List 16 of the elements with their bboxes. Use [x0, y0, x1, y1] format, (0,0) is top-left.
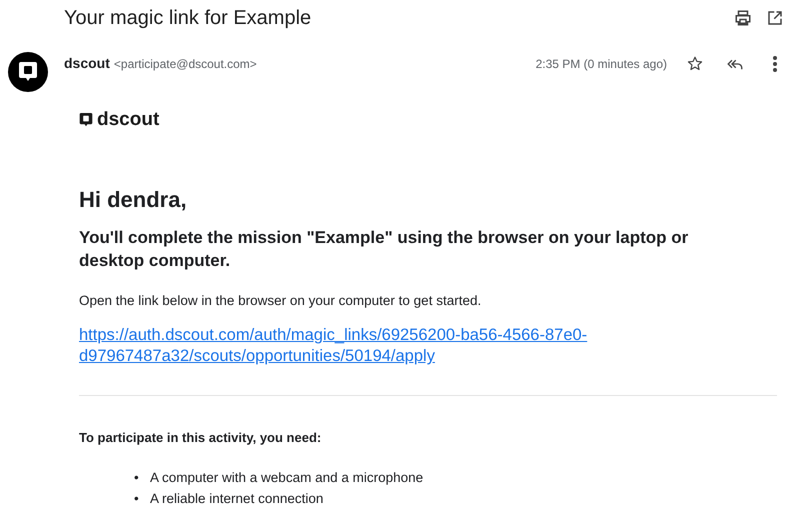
bullet: •: [134, 468, 140, 487]
sender-name: dscout: [64, 54, 110, 73]
requirement-item: A reliable internet connection: [150, 490, 324, 508]
instruction-text: Open the link below in the browser on your computer to get started.: [79, 292, 482, 310]
sender-email: <participate@dscout.com>: [114, 56, 257, 72]
email-time: 2:35 PM (0 minutes ago): [536, 56, 667, 73]
sender-avatar: [8, 52, 48, 92]
logo-icon: [79, 112, 93, 128]
headline: You'll complete the mission "Example" using the browser on your laptop or desktop computer.: [79, 226, 690, 272]
greeting: Hi dendra,: [79, 186, 188, 213]
requirement-item: A computer with a webcam and a microphone: [150, 468, 424, 487]
logo-text: dscout: [97, 108, 160, 132]
requirements-title: To participate in this activity, you need:: [79, 429, 322, 448]
magic-link[interactable]: https://auth.dscout.com/auth/magic_links/69256200-ba56-4566-87e0-d97967487a32/scouts/opportunities/50194/apply: [79, 325, 677, 368]
email-subject: Your magic link for Example: [64, 6, 312, 30]
bullet: •: [134, 490, 140, 508]
